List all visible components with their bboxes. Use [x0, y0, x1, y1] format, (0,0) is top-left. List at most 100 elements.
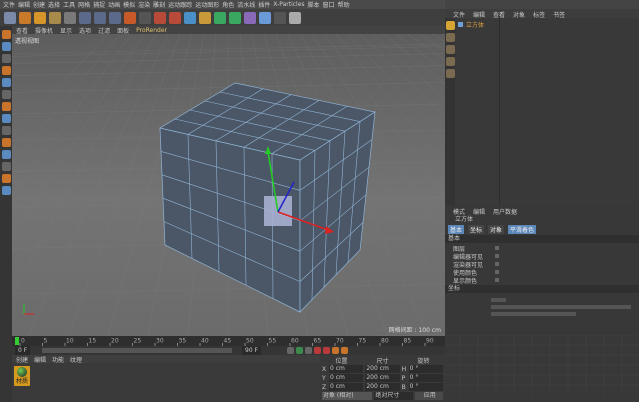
tool-button[interactable]: [1, 90, 11, 99]
record-button[interactable]: [314, 347, 321, 354]
tool-button[interactable]: [1, 42, 11, 51]
attribute-checkbox[interactable]: [495, 254, 499, 258]
keyframe-position-button[interactable]: [332, 347, 339, 354]
menu-item[interactable]: 雕刻: [153, 0, 165, 9]
menu-item[interactable]: 创建: [33, 0, 45, 9]
attribute-tab[interactable]: 坐标: [468, 225, 485, 234]
object-menu-item[interactable]: 编辑: [471, 10, 487, 19]
toolbar-button[interactable]: [139, 11, 151, 24]
object-row-cube[interactable]: 立方体: [458, 20, 484, 29]
timeline[interactable]: 0 5 10 15 20 25 30 35 40 45 50 55 60 65 70 75 80 85 90: [12, 336, 445, 346]
material-thumbnail[interactable]: 材质: [14, 366, 30, 386]
tool-button[interactable]: [1, 186, 11, 195]
object-menu-item[interactable]: 文件: [451, 10, 467, 19]
toolbar-button[interactable]: [79, 11, 91, 24]
toolbar-button[interactable]: [289, 11, 301, 24]
size-field[interactable]: 200 cm: [365, 365, 400, 373]
toolbar-button[interactable]: [49, 11, 61, 24]
menu-item[interactable]: 渲染: [138, 0, 150, 9]
rotation-field[interactable]: 0 °: [408, 383, 443, 391]
attribute-tab[interactable]: 基本: [448, 225, 465, 234]
autokey-button[interactable]: [323, 347, 330, 354]
menu-item[interactable]: 插件: [258, 0, 270, 9]
rotation-field[interactable]: 0 °: [408, 365, 443, 373]
position-field[interactable]: 0 cm: [329, 374, 364, 382]
position-field[interactable]: 0 cm: [329, 383, 364, 391]
keyframe-rotation-button[interactable]: [341, 347, 348, 354]
toolbar-button[interactable]: [94, 11, 106, 24]
tool-button[interactable]: [1, 78, 11, 87]
playhead[interactable]: [15, 337, 19, 345]
tool-button[interactable]: [1, 162, 11, 171]
size-field[interactable]: 200 cm: [365, 383, 400, 391]
menu-item[interactable]: 文件: [3, 0, 15, 9]
menu-item[interactable]: 帮助: [338, 0, 350, 9]
toolbar-button[interactable]: [64, 11, 76, 24]
tool-button[interactable]: [1, 114, 11, 123]
menu-item[interactable]: 编辑: [18, 0, 30, 9]
attribute-menu-item[interactable]: 模式: [451, 207, 467, 216]
attribute-tab[interactable]: 对象: [488, 225, 505, 234]
menu-item[interactable]: 运动跟踪: [168, 0, 192, 9]
attribute-checkbox[interactable]: [495, 246, 499, 250]
menu-item[interactable]: 网格: [78, 0, 90, 9]
viewport-menu-item[interactable]: ProRender: [136, 27, 167, 34]
menu-item[interactable]: 流水线: [237, 0, 255, 9]
toolbar-button[interactable]: [4, 11, 16, 24]
attribute-menu-item[interactable]: 编辑: [471, 207, 487, 216]
cube-scene[interactable]: [12, 34, 445, 336]
tool-button[interactable]: [1, 102, 11, 111]
tool-button[interactable]: [1, 126, 11, 135]
attribute-menu-item[interactable]: 用户数据: [491, 207, 519, 216]
tool-button[interactable]: [1, 30, 11, 39]
toolbar-button[interactable]: [244, 11, 256, 24]
apply-button[interactable]: 应用: [415, 392, 443, 400]
viewport-3d[interactable]: 透视视图 网格间距 : 100 cm: [12, 34, 445, 336]
attribute-checkbox[interactable]: [495, 262, 499, 266]
end-frame-field[interactable]: 90 F: [242, 346, 261, 355]
menu-item[interactable]: X-Particles: [273, 1, 304, 8]
rotation-field[interactable]: 0 °: [408, 374, 443, 382]
size-field[interactable]: 200 cm: [365, 374, 400, 382]
toolbar-button[interactable]: [274, 11, 286, 24]
play-back-button[interactable]: [287, 347, 294, 354]
menu-item[interactable]: 角色: [222, 0, 234, 9]
toolbar-button[interactable]: [19, 11, 31, 24]
toolbar-button[interactable]: [169, 11, 181, 24]
toolbar-button[interactable]: [184, 11, 196, 24]
tool-button[interactable]: [1, 66, 11, 75]
toolbar-button[interactable]: [229, 11, 241, 24]
object-menu-item[interactable]: 标签: [531, 10, 547, 19]
toolbar-button[interactable]: [124, 11, 136, 24]
toolbar-button[interactable]: [199, 11, 211, 24]
attribute-tab[interactable]: 平滑着色: [508, 225, 537, 234]
play-button[interactable]: [296, 347, 303, 354]
size-mode-dropdown[interactable]: 绝对尺寸: [374, 392, 414, 400]
toolbar-button[interactable]: [109, 11, 121, 24]
position-field[interactable]: 0 cm: [329, 365, 364, 373]
menu-item[interactable]: 工具: [63, 0, 75, 9]
toolbar-button[interactable]: [259, 11, 271, 24]
next-frame-button[interactable]: [305, 347, 312, 354]
tool-button[interactable]: [1, 138, 11, 147]
toolbar-button[interactable]: [214, 11, 226, 24]
object-menu-item[interactable]: 查看: [491, 10, 507, 19]
frame-range-slider[interactable]: [42, 348, 232, 353]
menu-item[interactable]: 模拟: [123, 0, 135, 9]
object-menu-item[interactable]: 书签: [551, 10, 567, 19]
menu-item[interactable]: 动画: [108, 0, 120, 9]
object-menu-item[interactable]: 对象: [511, 10, 527, 19]
tool-button[interactable]: [1, 150, 11, 159]
menu-item[interactable]: 脚本: [308, 0, 320, 9]
tool-button[interactable]: [1, 54, 11, 63]
coord-mode-dropdown[interactable]: 对象 (相对): [322, 392, 373, 400]
menu-item[interactable]: 窗口: [323, 0, 335, 9]
tool-button[interactable]: [1, 174, 11, 183]
menu-item[interactable]: 运动图形: [195, 0, 219, 9]
toolbar-button[interactable]: [34, 11, 46, 24]
attribute-checkbox[interactable]: [495, 278, 499, 282]
menu-item[interactable]: 选择: [48, 0, 60, 9]
menu-item[interactable]: 捕捉: [93, 0, 105, 9]
toolbar-button[interactable]: [154, 11, 166, 24]
attribute-checkbox[interactable]: [495, 270, 499, 274]
